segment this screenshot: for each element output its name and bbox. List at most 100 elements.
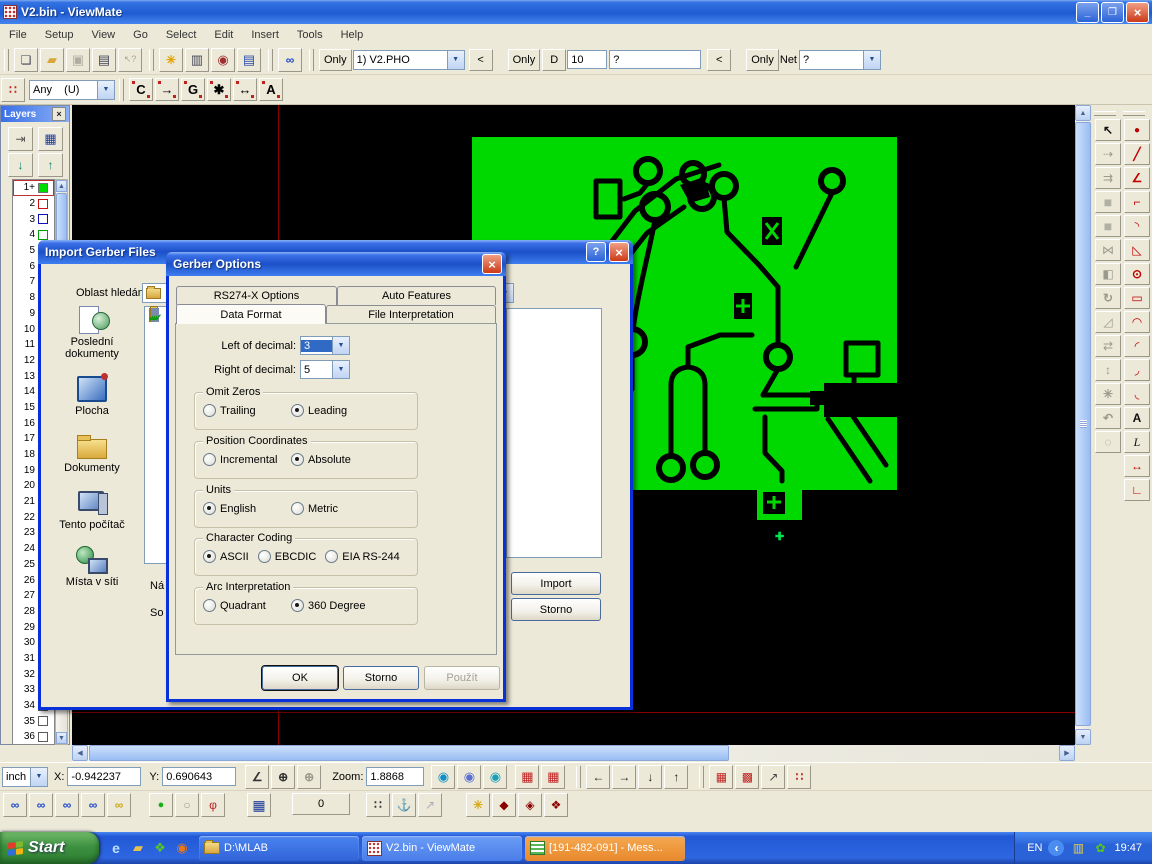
triangle-icon[interactable]: ◺ <box>1124 239 1150 261</box>
nudge-icon[interactable]: ↕ <box>1095 359 1121 381</box>
vertical-scrollbar[interactable]: ▲ ▼ <box>1075 105 1092 745</box>
grid-fill-icon[interactable]: ▦ <box>541 765 565 789</box>
arc-chord-icon[interactable]: ◠ <box>1124 311 1150 333</box>
glasses-lines-icon[interactable]: ∞ <box>29 793 53 817</box>
layer-color-swatch[interactable] <box>38 183 48 193</box>
dcode-view-icon[interactable]: ◉ <box>211 48 235 72</box>
lamp-icon[interactable]: ○ <box>175 793 199 817</box>
scroll-right-icon[interactable]: ▶ <box>1059 745 1075 761</box>
glasses-ruler-icon[interactable]: ∞ <box>278 48 302 72</box>
tab-rs274x-options[interactable]: RS274-X Options <box>176 286 337 305</box>
toolbar-handle[interactable] <box>1123 111 1145 116</box>
scroll-down-icon[interactable]: ▼ <box>56 732 67 744</box>
label-italic-icon[interactable]: L <box>1124 431 1150 453</box>
probe-icon[interactable]: φ <box>201 793 225 817</box>
tray-app-icon[interactable]: ▥ <box>1070 840 1086 856</box>
line-icon[interactable]: ╱ <box>1124 143 1150 165</box>
aperture-tool-button[interactable]: G <box>181 78 205 101</box>
net-select-combo[interactable]: ? ▼ <box>799 50 881 70</box>
prev-layer-button[interactable]: < <box>469 49 493 71</box>
new-file-icon[interactable]: ❏ <box>14 48 38 72</box>
move-icon[interactable]: ⇄ <box>1095 335 1121 357</box>
cancel-button[interactable]: Storno <box>511 598 601 621</box>
glasses-dots-icon[interactable]: ∞ <box>3 793 27 817</box>
text-icon[interactable]: A <box>1124 407 1150 429</box>
firefox-icon[interactable]: ◉ <box>173 839 191 857</box>
place-network[interactable]: Místa v síti <box>49 544 135 588</box>
scale-icon[interactable]: ◿ <box>1095 311 1121 333</box>
select-point-icon[interactable]: ⇢ <box>1095 143 1121 165</box>
lasso-icon[interactable]: ◌ <box>1095 431 1121 453</box>
scrollbar-thumb[interactable] <box>1075 122 1091 726</box>
scrollbar-thumb[interactable] <box>56 193 67 245</box>
only-dcode-button[interactable]: Only <box>508 49 541 71</box>
chevron-down-icon[interactable]: ▼ <box>863 51 880 69</box>
menu-item[interactable]: View <box>82 27 124 43</box>
radio-option[interactable]: EBCDIC <box>258 550 317 563</box>
layer-color-swatch[interactable] <box>38 732 48 742</box>
toolbar-handle[interactable] <box>1094 111 1116 116</box>
right-of-decimal-combo[interactable]: 5 ▼ <box>300 360 350 379</box>
zoom-value-field[interactable]: 1.8868 <box>366 767 424 786</box>
film-colors-icon[interactable]: ▤ <box>237 48 261 72</box>
tray-messenger-icon[interactable]: ✿ <box>1092 840 1108 856</box>
menu-item[interactable]: File <box>0 27 36 43</box>
radio-option[interactable]: Quadrant <box>203 599 291 612</box>
aperture-tool-button[interactable]: A <box>259 78 283 101</box>
internet-explorer-icon[interactable]: e <box>107 839 125 857</box>
clock[interactable]: 19:47 <box>1114 842 1142 854</box>
task-button-message[interactable]: [191-482-091] - Mess... <box>525 836 685 861</box>
circle-center-icon[interactable]: ⊙ <box>1124 263 1150 285</box>
hook-icon[interactable]: ∟ <box>1124 479 1150 501</box>
layer-setup-button[interactable]: ▦ <box>38 127 63 151</box>
radio-option[interactable]: English <box>203 502 291 515</box>
origin-target-icon[interactable]: ⊕ <box>271 765 295 789</box>
help-book-icon[interactable]: ❖ <box>151 839 169 857</box>
grid-capture-icon[interactable]: ▩ <box>735 765 759 789</box>
menu-item[interactable]: Go <box>124 27 157 43</box>
glasses-trace-icon[interactable]: ∞ <box>81 793 105 817</box>
layers-palette-titlebar[interactable]: Layers × <box>1 106 69 122</box>
grid-small-icon[interactable]: ▦ <box>709 765 733 789</box>
arc-line-icon[interactable]: ◟ <box>1124 383 1150 405</box>
table-icon[interactable]: ▦ <box>247 793 271 817</box>
toolbar-handle[interactable] <box>149 49 154 71</box>
context-help-icon[interactable]: ↖? <box>118 48 142 72</box>
flash-star-icon[interactable]: ✳ <box>466 793 490 817</box>
layer-color-swatch[interactable] <box>38 230 48 240</box>
chevron-down-icon[interactable]: ▼ <box>97 81 114 99</box>
place-documents[interactable]: Dokumenty <box>49 430 135 474</box>
print-icon[interactable]: ▤ <box>92 48 116 72</box>
pad-diamond-icon[interactable]: ◆ <box>492 793 516 817</box>
glasses-pads-icon[interactable]: ∞ <box>55 793 79 817</box>
radio-option[interactable]: ASCII <box>203 550 249 563</box>
layer-row[interactable]: 36 <box>13 729 54 745</box>
grid-outline-icon[interactable]: ▦ <box>515 765 539 789</box>
dcode-grid-icon[interactable]: ∷ <box>1 78 25 102</box>
anchor-icon[interactable]: ⚓ <box>392 793 416 817</box>
window-diagonal-icon[interactable]: ↗ <box>761 765 785 789</box>
arc-lower-icon[interactable]: ◞ <box>1124 359 1150 381</box>
left-of-decimal-combo[interactable]: 3 ▼ <box>300 336 350 355</box>
pan-down-icon[interactable]: ↓ <box>638 765 662 789</box>
layer-color-swatch[interactable] <box>38 199 48 209</box>
scroll-down-icon[interactable]: ▼ <box>1075 729 1091 745</box>
toolbar-handle[interactable] <box>268 49 273 71</box>
menu-item[interactable]: Edit <box>205 27 242 43</box>
restore-button[interactable]: ❐ <box>1101 2 1124 23</box>
flash-origin-icon[interactable]: ✳ <box>159 48 183 72</box>
scroll-up-icon[interactable]: ▲ <box>1075 105 1091 121</box>
task-button-explorer[interactable]: D:\MLAB <box>199 836 359 861</box>
tab-auto-features[interactable]: Auto Features <box>337 286 496 305</box>
close-icon[interactable]: × <box>482 254 502 274</box>
radio-option[interactable]: EIA RS-244 <box>325 550 399 563</box>
toolbar-handle[interactable] <box>119 79 124 101</box>
menu-item[interactable]: Insert <box>242 27 288 43</box>
pad-diamond-dot-icon[interactable]: ❖ <box>544 793 568 817</box>
toolbar-handle[interactable] <box>309 49 314 71</box>
zoom-window-icon[interactable]: ◉ <box>457 765 481 789</box>
chevron-down-icon[interactable]: ▼ <box>447 51 464 69</box>
aperture-tool-button[interactable]: ↔ <box>233 78 257 101</box>
polyline-icon[interactable]: ∠ <box>1124 167 1150 189</box>
radio-option[interactable]: Incremental <box>203 453 291 466</box>
